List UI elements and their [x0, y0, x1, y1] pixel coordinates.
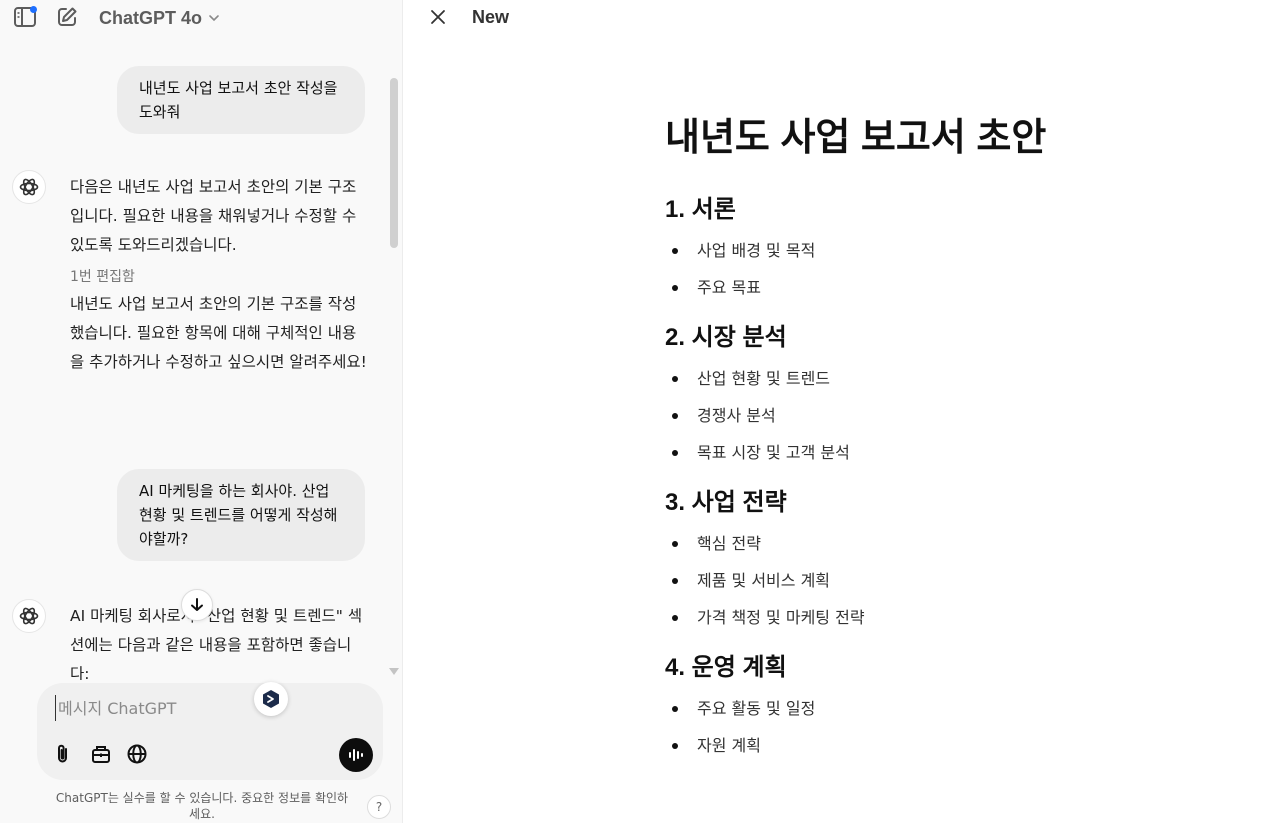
canvas-panel: New 내년도 사업 보고서 초안 1. 서론 사업 배경 및 목적 주요 목표…: [404, 0, 1280, 823]
bullet-list: 주요 활동 및 일정 자원 계획: [665, 690, 1225, 764]
document-section: 1. 서론 사업 배경 및 목적 주요 목표: [665, 194, 1225, 306]
assistant-message: AI 마케팅 회사로서 "산업 현황 및 트렌드" 섹션에는 다음과 같은 내용…: [70, 602, 370, 680]
document-title: 내년도 사업 보고서 초안: [665, 117, 1047, 159]
pencil-square-icon: [58, 7, 77, 26]
toolbox-icon: [92, 746, 110, 763]
attach-button[interactable]: [49, 740, 77, 768]
chat-header: ChatGPT 4o: [0, 0, 403, 36]
document-section: 4. 운영 계획 주요 활동 및 일정 자원 계획: [665, 652, 1225, 764]
web-search-button[interactable]: [123, 740, 151, 768]
edit-count-label[interactable]: 1번 편집함: [70, 264, 370, 290]
list-item: 사업 배경 및 목적: [665, 232, 1225, 269]
close-icon: [431, 10, 445, 24]
voice-waveform-icon: [349, 749, 363, 761]
sidebar-toggle-button[interactable]: [12, 5, 38, 29]
new-chat-button[interactable]: [54, 5, 80, 29]
document-body[interactable]: 내년도 사업 보고서 초안 1. 서론 사업 배경 및 목적 주요 목표 2. …: [665, 110, 1225, 780]
document-section: 2. 시장 분석 산업 현황 및 트렌드 경쟁사 분석 목표 시장 및 고객 분…: [665, 322, 1225, 471]
bullet-list: 사업 배경 및 목적 주요 목표: [665, 232, 1225, 306]
tools-button[interactable]: [87, 740, 115, 768]
paperclip-icon: [58, 744, 67, 763]
section-heading: 4. 운영 계획: [665, 654, 787, 681]
assistant-message: 다음은 내년도 사업 보고서 초안의 기본 구조입니다. 필요한 내용을 채워넣…: [70, 173, 370, 377]
disclaimer-text: ChatGPT는 실수를 할 수 있습니다. 중요한 정보를 확인하세요.: [55, 791, 349, 821]
extension-floating-button[interactable]: [254, 682, 288, 716]
assistant-message-followup: 내년도 사업 보고서 초안의 기본 구조를 작성했습니다. 필요한 항목에 대해…: [70, 295, 367, 371]
arrow-down-icon: [191, 598, 203, 611]
user-message: 내년도 사업 보고서 초안 작성을 도와줘: [117, 66, 365, 134]
assistant-avatar: [12, 170, 46, 204]
model-switcher[interactable]: ChatGPT 4o: [99, 6, 220, 30]
bullet-list: 산업 현황 및 트렌드 경쟁사 분석 목표 시장 및 고객 분석: [665, 360, 1225, 471]
list-item: 주요 활동 및 일정: [665, 690, 1225, 727]
list-item: 제품 및 서비스 계획: [665, 562, 1225, 599]
extension-logo-icon: [263, 690, 279, 708]
bullet-list: 핵심 전략 제품 및 서비스 계획 가격 책정 및 마케팅 전략: [665, 525, 1225, 636]
assistant-message-text: 다음은 내년도 사업 보고서 초안의 기본 구조입니다. 필요한 내용을 채워넣…: [70, 178, 357, 254]
scroll-to-bottom-button[interactable]: [181, 589, 213, 621]
chat-messages[interactable]: 내년도 사업 보고서 초안 작성을 도와줘 다음은 내년도 사업 보고서 초안의…: [0, 40, 403, 680]
assistant-avatar: [12, 599, 46, 633]
section-heading: 1. 서론: [665, 196, 736, 223]
list-item: 핵심 전략: [665, 525, 1225, 562]
openai-logo-icon: [19, 607, 39, 625]
list-item: 목표 시장 및 고객 분석: [665, 434, 1225, 471]
document-name: New: [472, 7, 510, 27]
user-message: AI 마케팅을 하는 회사야. 산업 현황 및 트렌드를 어떻게 작성해야할까?: [117, 469, 365, 561]
list-item: 경쟁사 분석: [665, 397, 1225, 434]
document-section: 3. 사업 전략 핵심 전략 제품 및 서비스 계획 가격 책정 및 마케팅 전…: [665, 487, 1225, 636]
close-canvas-button[interactable]: [426, 5, 450, 29]
model-name: ChatGPT 4o: [99, 7, 203, 28]
list-item: 주요 목표: [665, 269, 1225, 306]
list-item: 자원 계획: [665, 727, 1225, 764]
chat-scrollbar-thumb[interactable]: [390, 78, 398, 248]
scrollbar-down-arrow[interactable]: [389, 668, 399, 675]
openai-logo-icon: [19, 178, 39, 196]
section-heading: 2. 시장 분석: [665, 324, 787, 351]
message-input[interactable]: [55, 695, 355, 721]
section-heading: 3. 사업 전략: [665, 489, 787, 516]
chat-panel: ChatGPT 4o 내년도 사업 보고서 초안 작성을 도와줘 다음은 내년도…: [0, 0, 403, 823]
chevron-down-icon: [209, 15, 219, 22]
notification-dot: [30, 6, 37, 13]
globe-icon: [127, 744, 147, 764]
help-button[interactable]: ?: [367, 795, 391, 819]
message-composer: [37, 683, 383, 780]
assistant-message-text: AI 마케팅 회사로서 "산업 현황 및 트렌드" 섹션에는 다음과 같은 내용…: [70, 607, 363, 680]
list-item: 산업 현황 및 트렌드: [665, 360, 1225, 397]
voice-mode-button[interactable]: [339, 738, 373, 772]
list-item: 가격 책정 및 마케팅 전략: [665, 599, 1225, 636]
